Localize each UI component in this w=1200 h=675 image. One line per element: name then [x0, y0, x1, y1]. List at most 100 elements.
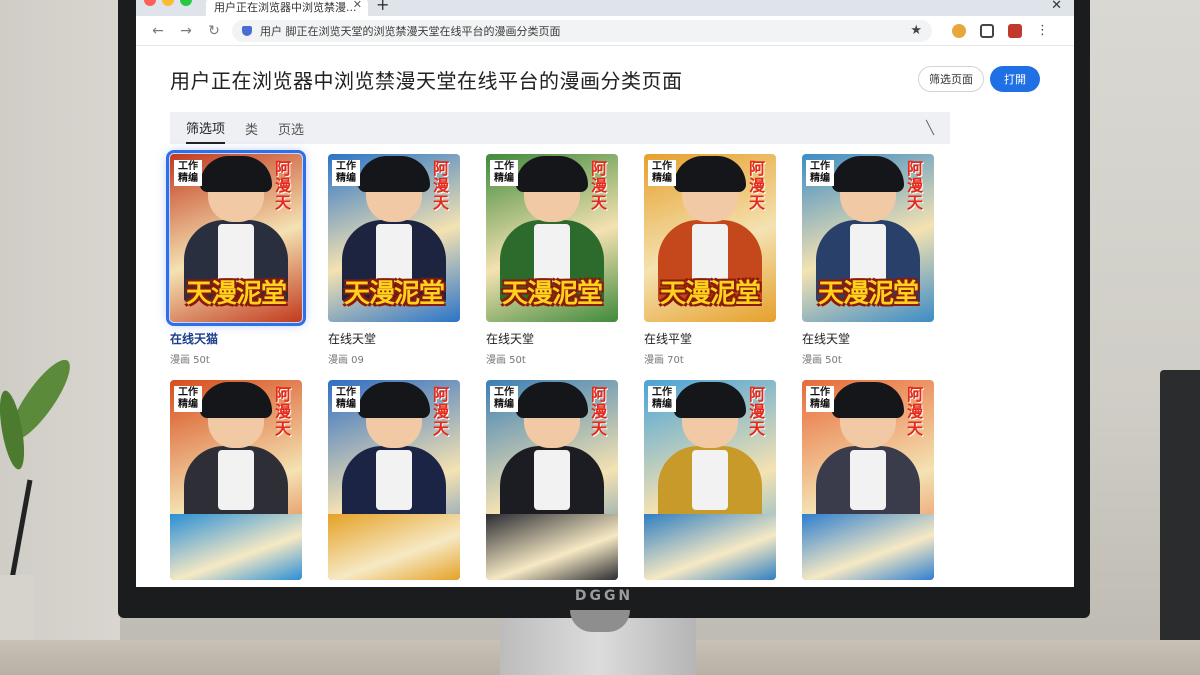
- comic-card[interactable]: 工作精编 阿漫天 天漫泥堂 在线平堂 漫画 70t: [644, 154, 776, 366]
- comic-cover[interactable]: 工作精编 阿漫天 天漫泥堂: [486, 154, 618, 322]
- cover-character-hair: [832, 156, 904, 192]
- comic-card[interactable]: 工作精编 阿漫天 天漫泥堂: [644, 380, 776, 580]
- cover-corner-label: 工作精编: [174, 160, 202, 186]
- comic-meta: 漫画 70t: [644, 355, 684, 366]
- extensions-icon[interactable]: [980, 23, 994, 38]
- comic-title[interactable]: 在线天猫: [170, 330, 302, 347]
- collapse-icon[interactable]: ╲: [926, 121, 934, 136]
- cover-character-shirt: [376, 450, 412, 510]
- cover-corner-label: 工作精编: [174, 386, 202, 412]
- comic-meta: 漫画 50t: [486, 355, 526, 366]
- comic-card[interactable]: 工作精编 阿漫天 天漫泥堂 在线天猫 漫画 50t: [166, 150, 306, 366]
- maximize-window-dot[interactable]: [180, 0, 192, 6]
- browser-toolbar: ← → ↻ 用户 脚正在浏览天堂的浏览禁漫天堂在线平台的漫画分类页面 ★ ⋮: [136, 16, 1074, 46]
- menu-kebab-icon[interactable]: ⋮: [1036, 23, 1049, 38]
- cover-character-hair: [358, 382, 430, 418]
- cover-corner-label: 工作精编: [806, 386, 834, 412]
- cover-corner-title: 阿漫天: [274, 159, 291, 212]
- comic-card[interactable]: 工作精编 阿漫天 天漫泥堂: [486, 380, 618, 580]
- cover-corner-title: 阿漫天: [432, 385, 449, 438]
- cover-corner-title: 阿漫天: [748, 159, 765, 212]
- cover-corner-title: 阿漫天: [432, 159, 449, 212]
- address-text: 用户 脚正在浏览天堂的浏览禁漫天堂在线平台的漫画分类页面: [260, 24, 561, 38]
- comic-title[interactable]: 在线平堂: [644, 330, 776, 347]
- open-button[interactable]: 打開: [990, 66, 1040, 92]
- cover-next-issue: [328, 514, 460, 580]
- cover-logo-text: 天漫泥堂: [817, 279, 919, 309]
- cover-character-shirt: [850, 450, 886, 510]
- browser-tab-active[interactable]: 用户正在浏览器中浏览禁漫... ✕: [206, 0, 368, 16]
- cover-character-hair: [358, 156, 430, 192]
- cover-character-shirt: [218, 450, 254, 510]
- filter-tab-pages[interactable]: 页选: [278, 112, 304, 144]
- filter-page-button[interactable]: 筛选页面: [918, 66, 984, 92]
- comic-cover[interactable]: 工作精编 阿漫天 天漫泥堂: [328, 380, 460, 580]
- tab-title: 用户正在浏览器中浏览禁漫...: [214, 1, 357, 14]
- comic-grid-row-2: 工作精编 阿漫天 天漫泥堂 工作精编 阿漫天 天漫泥堂 工作精编 阿漫天 天漫泥…: [170, 380, 1040, 580]
- cover-character-hair: [200, 382, 272, 418]
- cover-corner-title: 阿漫天: [590, 159, 607, 212]
- cover-corner-label: 工作精编: [490, 160, 518, 186]
- cover-character-hair: [516, 156, 588, 192]
- comic-cover[interactable]: 工作精编 阿漫天 天漫泥堂: [166, 150, 306, 326]
- toolbar-icons: ⋮: [952, 23, 1049, 38]
- filter-tab-options[interactable]: 筛选项: [186, 112, 226, 144]
- header-actions: 筛选页面 打開: [918, 66, 1040, 92]
- comic-card[interactable]: 工作精编 阿漫天 天漫泥堂 在线天堂 漫画 09: [328, 154, 460, 366]
- profile-avatar-icon[interactable]: [952, 23, 966, 38]
- comic-title[interactable]: 在线天堂: [802, 330, 934, 347]
- comic-meta: 漫画 50t: [170, 355, 210, 366]
- cover-corner-title: 阿漫天: [590, 385, 607, 438]
- comic-card[interactable]: 工作精编 阿漫天 天漫泥堂 在线天堂 漫画 50t: [486, 154, 618, 366]
- page-content: 用户正在浏览器中浏览禁漫天堂在线平台的漫画分类页面 筛选页面 打開 筛选项 类 …: [136, 46, 1074, 580]
- minimize-window-dot[interactable]: [162, 0, 174, 6]
- cover-corner-title: 阿漫天: [906, 159, 923, 212]
- comic-cover[interactable]: 工作精编 阿漫天 天漫泥堂: [170, 380, 302, 580]
- close-window-dot[interactable]: [144, 0, 156, 6]
- comic-card[interactable]: 工作精编 阿漫天 天漫泥堂 在线天堂 漫画 50t: [802, 154, 934, 366]
- cover-corner-label: 工作精编: [332, 160, 360, 186]
- comic-cover[interactable]: 工作精编 阿漫天 天漫泥堂: [644, 154, 776, 322]
- comic-title[interactable]: 在线天堂: [486, 330, 618, 347]
- close-tab-icon[interactable]: ✕: [353, 0, 362, 11]
- reload-icon[interactable]: ↻: [200, 23, 228, 39]
- monitor-brand: DGGN: [574, 588, 634, 604]
- cover-next-issue: [170, 514, 302, 580]
- close-window-icon[interactable]: ✕: [1051, 0, 1062, 13]
- back-icon[interactable]: ←: [144, 23, 172, 39]
- comic-card[interactable]: 工作精编 阿漫天 天漫泥堂: [328, 380, 460, 580]
- address-bar[interactable]: 用户 脚正在浏览天堂的浏览禁漫天堂在线平台的漫画分类页面 ★: [232, 19, 932, 42]
- comic-meta: 漫画 50t: [802, 355, 842, 366]
- comic-cover[interactable]: 工作精编 阿漫天 天漫泥堂: [802, 154, 934, 322]
- tab-strip: 用户正在浏览器中浏览禁漫... ✕ + ✕: [136, 0, 1074, 16]
- account-icon[interactable]: [1008, 23, 1022, 38]
- cover-logo-text: 天漫泥堂: [659, 279, 761, 309]
- cover-logo-text: 天漫泥堂: [343, 279, 445, 309]
- forward-icon[interactable]: →: [172, 23, 200, 39]
- comic-cover[interactable]: 工作精编 阿漫天 天漫泥堂: [644, 380, 776, 580]
- comic-title[interactable]: 在线天堂: [328, 330, 460, 347]
- comic-cover[interactable]: 工作精编 阿漫天 天漫泥堂: [486, 380, 618, 580]
- cover-character-hair: [674, 156, 746, 192]
- comic-cover[interactable]: 工作精编 阿漫天 天漫泥堂: [328, 154, 460, 322]
- comic-grid-row-1: 工作精编 阿漫天 天漫泥堂 在线天猫 漫画 50t 工作精编 阿漫天 天漫泥堂 …: [166, 150, 1040, 366]
- filter-bar: 筛选项 类 页选 ╲: [170, 112, 950, 144]
- filter-tab-category[interactable]: 类: [245, 112, 258, 144]
- cover-character-hair: [674, 382, 746, 418]
- cover-corner-label: 工作精编: [490, 386, 518, 412]
- cover-corner-title: 阿漫天: [906, 385, 923, 438]
- browser-window: 用户正在浏览器中浏览禁漫... ✕ + ✕ ← → ↻ 用户 脚正在浏览天堂的浏…: [136, 0, 1074, 587]
- page-title: 用户正在浏览器中浏览禁漫天堂在线平台的漫画分类页面: [170, 68, 683, 93]
- plant-decoration: [0, 359, 110, 675]
- cover-next-issue: [644, 514, 776, 580]
- cover-logo-text: 天漫泥堂: [501, 279, 603, 309]
- new-tab-icon[interactable]: +: [376, 0, 389, 14]
- comic-card[interactable]: 工作精编 阿漫天 天漫泥堂: [802, 380, 934, 580]
- bookmark-star-icon[interactable]: ★: [910, 23, 922, 38]
- site-info-icon[interactable]: [242, 25, 252, 36]
- comic-cover[interactable]: 工作精编 阿漫天 天漫泥堂: [802, 380, 934, 580]
- cover-corner-label: 工作精编: [648, 160, 676, 186]
- cover-next-issue: [802, 514, 934, 580]
- cover-corner-title: 阿漫天: [274, 385, 291, 438]
- comic-card[interactable]: 工作精编 阿漫天 天漫泥堂: [170, 380, 302, 580]
